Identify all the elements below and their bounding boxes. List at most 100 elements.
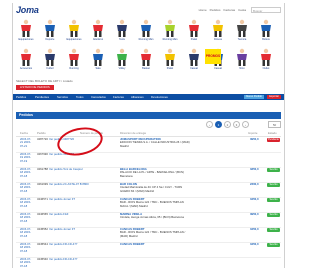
category-tile[interactable]: Tenis [112,18,132,44]
delivery-address: CANCAS ROBERT BAR - RIOS Marca 124 / TMC … [120,227,190,238]
tab-delivery-notes[interactable]: Albaranes [131,95,144,99]
page-1[interactable]: 1 [215,121,222,128]
category-image [114,48,130,66]
prev-page-button[interactable]: ‹ [206,121,213,128]
panel-title: Pedidos [19,113,33,117]
category-image [186,48,202,66]
category-image [162,48,178,66]
table-row[interactable]: 2015-07-19 2015-07-19 3467990 Ver pedido 3… [16,152,281,168]
top-nav: Home Pedidos Facturas Cesta [199,8,246,12]
category-tile[interactable]: Equipaciones [16,18,36,44]
tab-orders[interactable]: Pedidos [16,95,26,99]
order-amount: 3350,0 [250,167,259,171]
category-tile[interactable]: Running Man [136,18,156,44]
category-image [18,19,34,37]
page-3[interactable]: 3 [233,121,240,128]
order-link[interactable]: Ver pedido F&F [49,212,68,216]
col-status[interactable]: Estado [268,131,277,135]
category-tile[interactable]: Volley [112,47,132,73]
table-row[interactable]: 2015-07-18 2015-07-18 3446565 Ver pedido F… [16,212,281,228]
orders-panel-header: Pedidos [16,112,281,119]
category-label: Casual [190,67,198,70]
category-tile[interactable]: Padel [184,18,204,44]
category-image [66,19,82,37]
order-link[interactable]: Ver pedido 2C-ASTE-07 B 8800 [49,182,89,186]
category-tile[interactable]: Padel [160,47,180,73]
table-row[interactable]: 2015-07-18 2015-07-18 3445540 Ver pedido F… [16,257,281,268]
order-link[interactable]: Ver pedido Jomar FT [49,227,75,231]
category-tile[interactable]: Accesorios [16,47,36,73]
next-page-button[interactable]: › [242,121,249,128]
category-tile[interactable]: Basket [136,47,156,73]
category-label: Volley [118,67,126,70]
per-page-select[interactable]: 50 [268,121,281,128]
table-row[interactable]: 2015-07-21 2015-07-21 3487720 Ver pedido 3… [16,137,281,153]
breadcrumb[interactable]: SELECT DEL BOLETO DE ARTI > Listado [16,79,73,83]
category-label: Futbol [46,67,54,70]
category-image [42,48,58,66]
order-link[interactable]: Ver pedido Toni de Casprel [49,167,83,171]
nav-home[interactable]: Home [199,8,207,12]
category-tile[interactable]: Atletismo [88,18,108,44]
site-header: Joma Home Pedidos Facturas Cesta Buscar [13,3,284,18]
nav-invoices[interactable]: Facturas [223,8,235,12]
order-date: 2015-07-18 2015-07-18 [20,212,32,223]
category-tile[interactable]: Casual [184,47,204,73]
col-date[interactable]: Fecha [20,131,28,135]
category-image [18,48,34,66]
col-amount[interactable]: Importe [248,131,257,135]
search-input[interactable]: Buscar [251,7,281,13]
table-row[interactable]: 2015-07-18 2015-07-18 3445552 Ver pedido J… [16,227,281,243]
table-row[interactable]: 2015-07-18 2015-07-18 3461788 Ver pedido T… [16,167,281,183]
tab-all[interactable]: Todos [76,95,83,99]
order-number[interactable]: 3446565 [37,212,48,216]
page-2[interactable]: 2 [224,121,231,128]
table-row[interactable]: 2015-07-18 2015-07-18 3461699 Ver pedido 2… [16,182,281,198]
table-row[interactable]: 2015-07-18 2015-07-18 3445544 Ver pedido F… [16,242,281,258]
promos-banner[interactable]: PROMOS [205,49,221,64]
order-link[interactable]: Ver pedido FR-CD-477 [49,257,77,261]
category-tile[interactable]: Equipaciones [64,18,84,44]
category-label: Running Man [138,38,154,41]
order-number[interactable]: 3445552 [37,227,48,231]
tab-invoices[interactable]: Facturas [113,95,124,99]
order-number[interactable]: 3445540 [37,257,48,261]
order-number[interactable]: 3487720 [37,137,48,141]
category-tile[interactable]: Running [64,47,84,73]
col-order[interactable]: Pedido [37,131,46,135]
category-tile[interactable]: Bolsos [256,18,276,44]
nav-orders[interactable]: Pedidos [210,8,221,12]
order-number[interactable]: 3461699 [37,182,48,186]
order-number[interactable]: 3467990 [37,152,48,156]
category-image [42,19,58,37]
order-number[interactable]: 3445544 [37,242,48,246]
category-tile[interactable]: Sala [88,47,108,73]
order-number[interactable]: 3461788 [37,167,48,171]
order-link[interactable]: Ver pedido FR-CD-477 [49,242,77,246]
category-grid: Equipaciones Deporte Equipaciones Atletismo… [16,18,281,76]
order-date: 2015-07-18 2015-07-18 [20,227,32,238]
category-image [138,19,154,37]
category-tile[interactable]: Futbol [40,47,60,73]
order-list-button[interactable]: LISTADO DE PEDIDOS [16,85,54,90]
table-row[interactable]: 2015-07-18 2015-07-18 3446571 Ver pedido J… [16,197,281,213]
order-number[interactable]: 3446571 [37,197,48,201]
col-address[interactable]: Direccion de entrega [120,131,146,135]
tab-cancelled[interactable]: Cancelados [91,95,106,99]
tab-returns[interactable]: Devoluciones [151,95,168,99]
nav-cart[interactable]: Cesta [238,8,246,12]
tab-pending[interactable]: Pendientes [35,95,49,99]
category-tile[interactable]: Running Man [160,18,180,44]
address-text: Cindela, Henga Jornas Alicia, 65 / (BCN)… [120,215,184,220]
category-tile[interactable]: Fitness [208,18,228,44]
category-tile[interactable]: Deporte [40,18,60,44]
category-label: Running [69,67,79,70]
order-link[interactable]: Ver pedido Jomar FT [49,197,75,201]
category-tile[interactable]: Outlet [256,47,276,73]
new-order-button[interactable]: Nuevo Pedido [243,95,264,99]
category-tile[interactable]: Nino [232,47,252,73]
tab-served[interactable]: Servidos [57,95,68,99]
export-button[interactable]: Exportar [267,95,281,99]
category-tile[interactable]: Tecnica [232,18,252,44]
joma-logo[interactable]: Joma [16,5,39,15]
